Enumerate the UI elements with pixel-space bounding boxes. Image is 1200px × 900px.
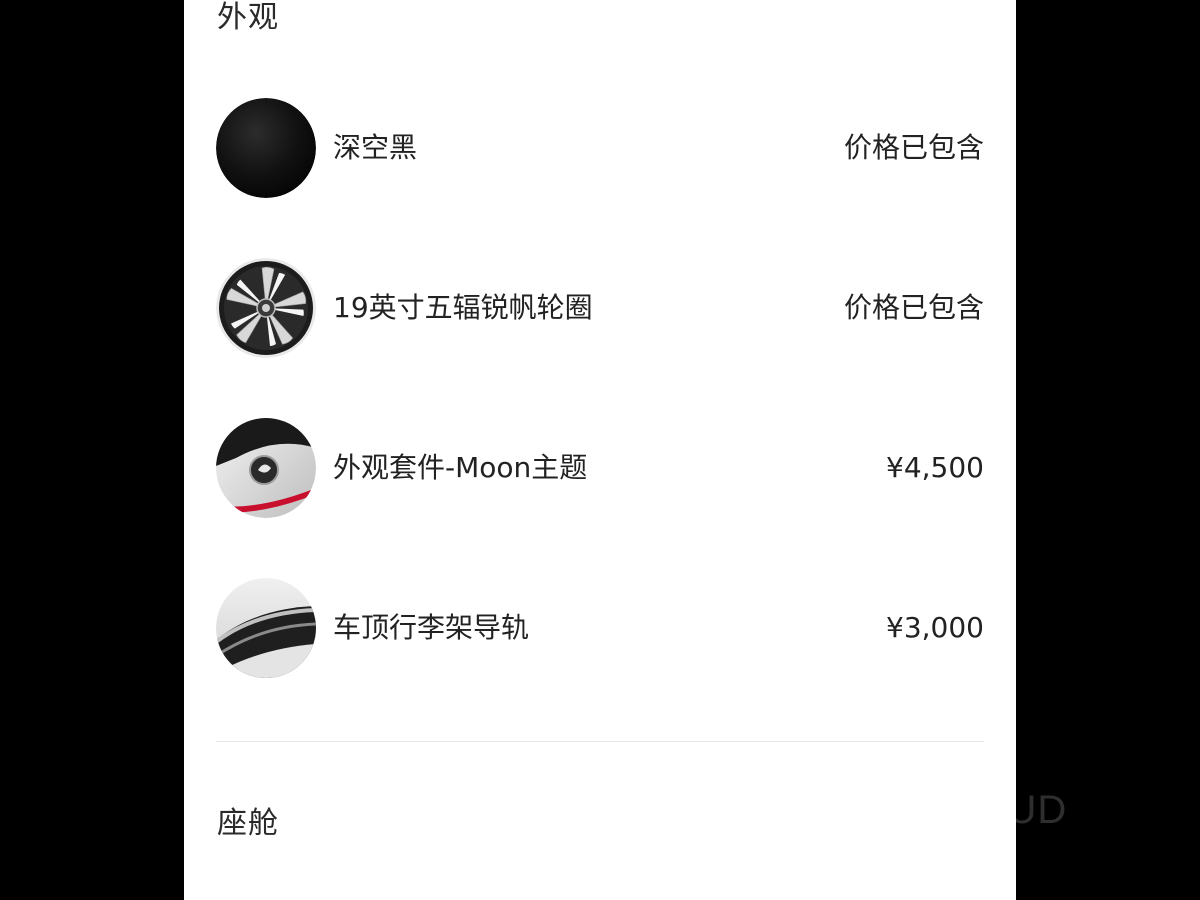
- cabin-section-title: 座舱: [217, 806, 279, 841]
- option-price: ¥3,000: [886, 611, 984, 644]
- section-divider: [216, 741, 984, 742]
- option-label: 车顶行李架导轨: [333, 611, 530, 644]
- roof-rail-icon: [216, 578, 316, 678]
- option-price: ¥4,500: [886, 451, 984, 484]
- exterior-section-title: 外观: [217, 0, 279, 35]
- option-price: 价格已包含: [843, 131, 984, 164]
- black-paint-swatch-icon: [216, 98, 316, 198]
- option-price: 价格已包含: [843, 291, 984, 324]
- option-label: 19英寸五辐锐帆轮圈: [333, 291, 593, 324]
- option-row-wheel[interactable]: 19英寸五辐锐帆轮圈 价格已包含: [216, 258, 984, 358]
- video-frame: 外观 深空黑 价格已包含 19英寸五辐锐帆轮圈 价格已包含 外观套件-Moon主…: [0, 0, 1200, 900]
- option-row-roof-rails[interactable]: 车顶行李架导轨 ¥3,000: [216, 578, 984, 678]
- options-panel: 外观 深空黑 价格已包含 19英寸五辐锐帆轮圈 价格已包含 外观套件-Moon主…: [184, 0, 1016, 900]
- wheel-rim-icon: [216, 258, 316, 358]
- option-label: 外观套件-Moon主题: [333, 451, 588, 484]
- moon-theme-badge-icon: [216, 418, 316, 518]
- option-row-paint-color[interactable]: 深空黑 价格已包含: [216, 98, 984, 198]
- option-label: 深空黑: [333, 131, 418, 164]
- option-row-exterior-kit[interactable]: 外观套件-Moon主题 ¥4,500: [216, 418, 984, 518]
